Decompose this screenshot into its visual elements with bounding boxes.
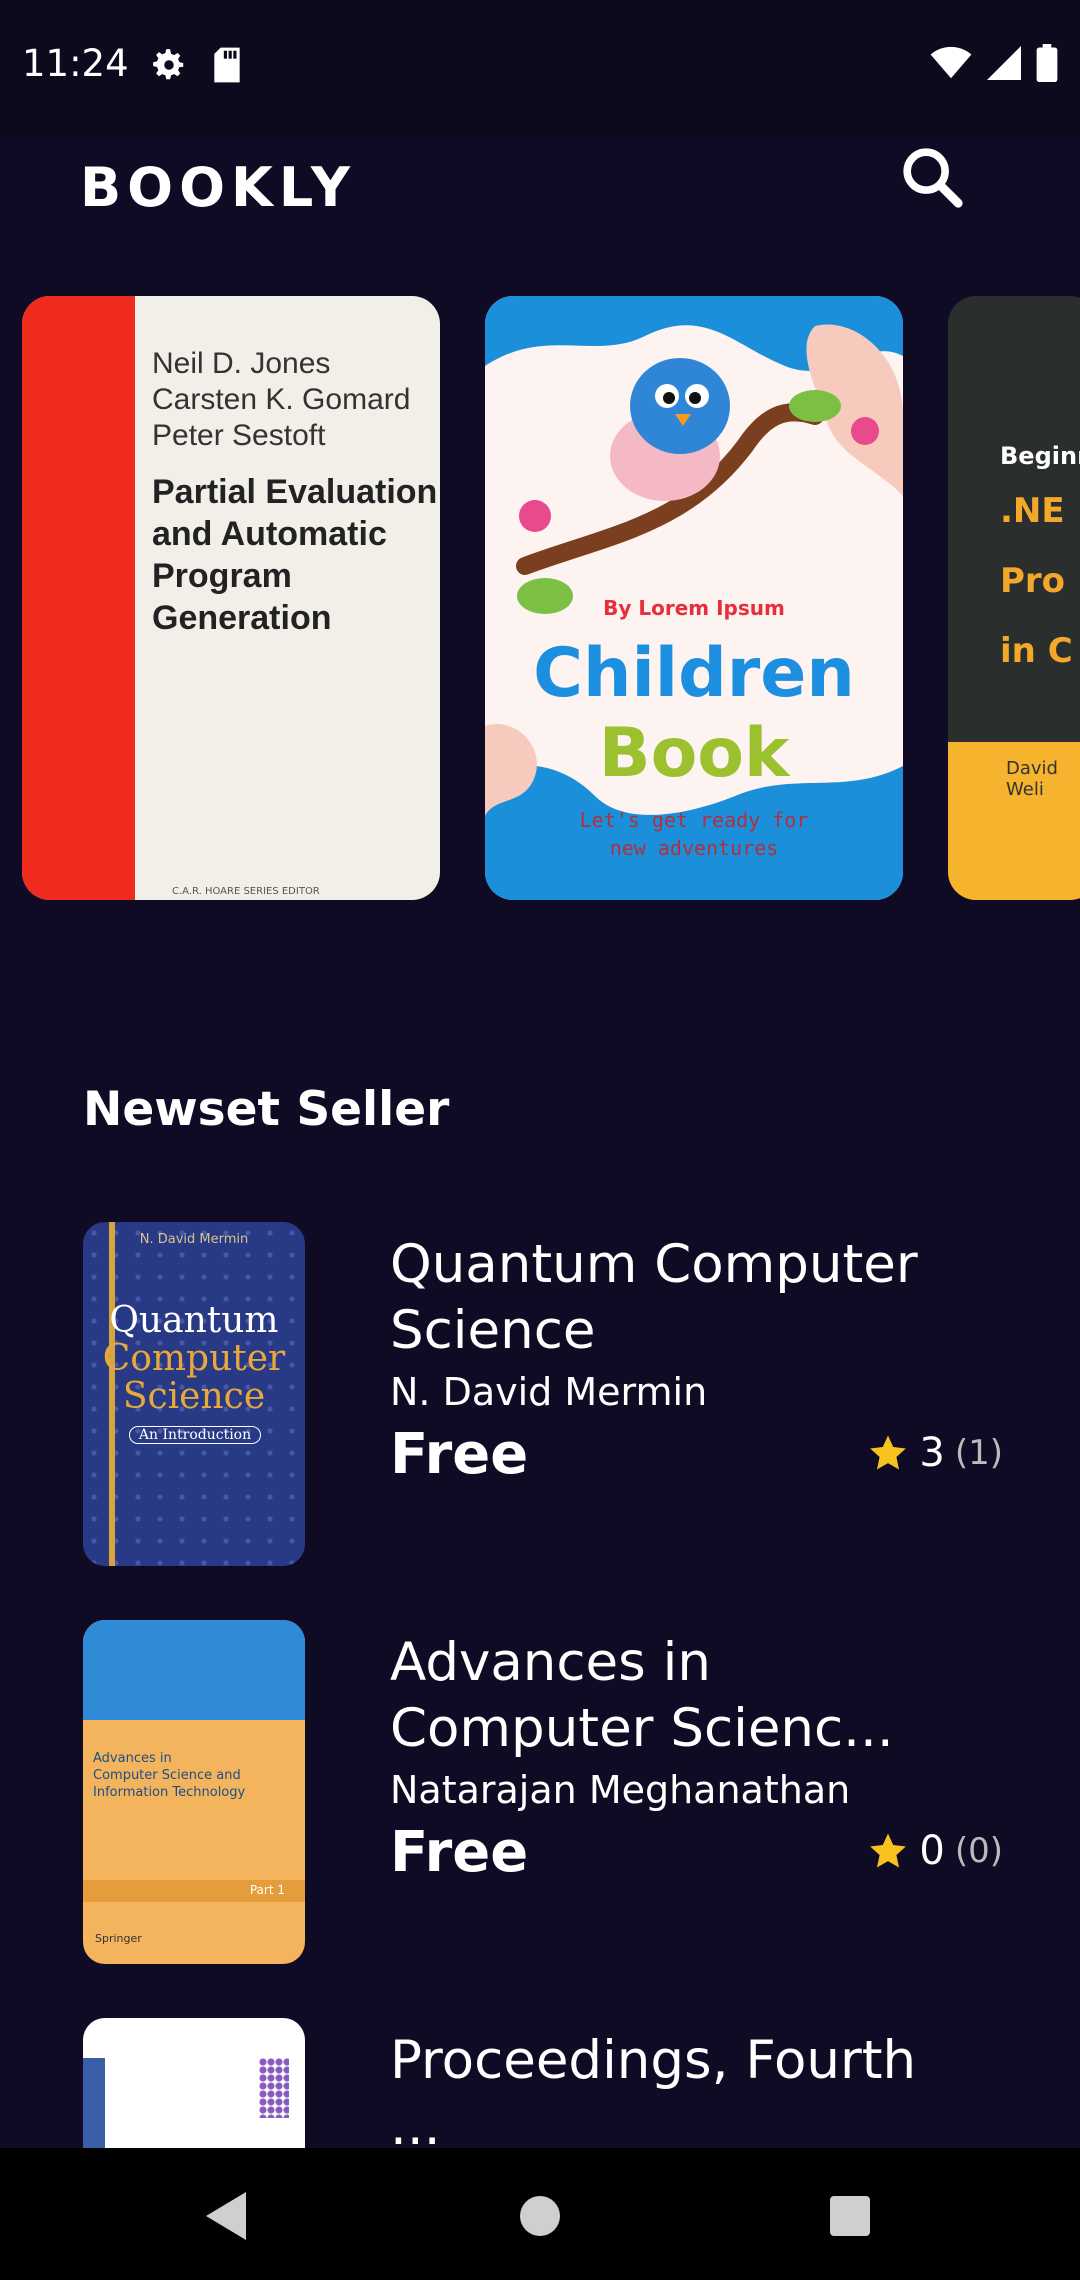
book-price: Free: [390, 1422, 529, 1487]
rating-value: 0: [919, 1828, 945, 1874]
book-list-item[interactable]: Proceedings, Fourth ...: [83, 2018, 1003, 2148]
book-author: N. David Mermin: [390, 1370, 708, 1414]
book-list-item[interactable]: N. David Mermin Quantum Computer Science…: [83, 1222, 1003, 1566]
cover-title-line: Computer: [102, 1338, 286, 1379]
cover-part: Part 1: [249, 1883, 285, 1897]
book-list-item[interactable]: Advances in Computer Science and Informa…: [83, 1620, 1003, 1964]
featured-carousel[interactable]: Neil D. Jones Carsten K. Gomard Peter Se…: [0, 296, 1080, 944]
cover-authors: Neil D. Jones Carsten K. Gomard Peter Se…: [152, 346, 410, 454]
cover-title: Beginn .NE Pro in C: [1000, 436, 1080, 686]
book-rating: 0 (0): [867, 1828, 1003, 1874]
cover-title-line: Beginn: [1000, 442, 1080, 470]
book-cover-thumbnail: [83, 2018, 305, 2148]
book-rating: 3 (1): [867, 1430, 1003, 1476]
status-bar: 11:24: [0, 0, 1080, 136]
cover-author: David Weli: [1006, 758, 1058, 800]
cover-part-band: Part 1: [83, 1880, 305, 1902]
section-title: Newset Seller: [83, 1082, 450, 1137]
book-title: Quantum Computer Science: [390, 1234, 918, 1361]
cover-tagline-line: Let's get ready for: [579, 808, 809, 832]
signal-icon: [987, 46, 1021, 80]
cover-byline: By Lorem Ipsum: [603, 596, 785, 620]
recents-button[interactable]: [810, 2176, 890, 2256]
book-author: Natarajan Meghanathan: [390, 1768, 851, 1812]
cover-title-line: Partial Evaluation: [152, 473, 438, 511]
search-button[interactable]: [897, 142, 967, 212]
rating-count: (0): [954, 1831, 1003, 1871]
gear-icon: [153, 49, 184, 80]
cover-top-band: [83, 1620, 305, 1720]
cover-title-line: Program Generation: [152, 557, 332, 637]
cover-publisher: Springer: [95, 1932, 142, 1945]
status-icons-right: [930, 44, 1058, 82]
cover-red-band: [22, 296, 135, 900]
status-time: 11:24: [22, 42, 129, 85]
home-icon: [520, 2196, 560, 2236]
battery-icon: [1036, 44, 1058, 82]
cover-title-line: and Automatic: [152, 515, 387, 553]
cover-title-line: Science: [122, 1376, 266, 1417]
rating-value: 3: [919, 1430, 945, 1476]
cover-tagline-line: new adventures: [609, 836, 779, 860]
rating-count: (1): [954, 1433, 1003, 1473]
cover-author: Neil D. Jones: [152, 347, 331, 380]
back-icon: [206, 2192, 246, 2240]
featured-book-children-book[interactable]: By Lorem Ipsum Children Book Let's get r…: [485, 296, 903, 900]
recents-icon: [830, 2196, 870, 2236]
book-title: Proceedings, Fourth ...: [390, 2030, 917, 2148]
search-icon: [903, 148, 963, 208]
sd-card-icon: [214, 47, 240, 83]
cover-title-line: Computer Science and: [93, 1768, 241, 1783]
cover-publisher: C.A.R. HOARE SERIES EDITOR: [172, 886, 320, 897]
star-icon: [870, 1435, 907, 1470]
book-title: Advances in Computer Scienc...: [390, 1632, 894, 1759]
cover-author: Peter Sestoft: [152, 419, 326, 452]
home-button[interactable]: [500, 2176, 580, 2256]
back-button[interactable]: [186, 2176, 266, 2256]
cover-author: N. David Mermin: [139, 1232, 249, 1247]
cover-title-line: Information Technology: [93, 1785, 246, 1800]
cover-title-line: Quantum: [109, 1300, 279, 1341]
book-cover-thumbnail: N. David Mermin Quantum Computer Science…: [83, 1222, 305, 1566]
app-logo: BOOKLY: [80, 156, 356, 219]
cover-subtitle: An Introduction: [129, 1426, 261, 1444]
wifi-icon: [930, 46, 972, 79]
featured-book-dotnet[interactable]: Beginn .NE Pro in C David Weli: [948, 296, 1080, 900]
featured-book-partial-evaluation[interactable]: Neil D. Jones Carsten K. Gomard Peter Se…: [22, 296, 440, 900]
cover-band: David Weli: [948, 742, 1080, 900]
cover-title-line: Book: [598, 714, 790, 793]
cover-title-line: .NE: [1000, 491, 1065, 531]
status-icons-left: [150, 46, 244, 84]
cover-title-line: Advances in: [93, 1751, 172, 1766]
cover-title-line: Pro: [1000, 561, 1066, 601]
cover-dots: [259, 2058, 289, 2118]
book-price: Free: [390, 1820, 529, 1885]
system-navigation-bar: [0, 2148, 1080, 2280]
cover-title-line: in C: [1000, 631, 1073, 671]
cover-title: Advances in Computer Science and Informa…: [93, 1750, 293, 1801]
cover-tagline: Let's get ready for new adventures: [485, 806, 903, 862]
book-cover-thumbnail: Advances in Computer Science and Informa…: [83, 1620, 305, 1964]
cover-title-line: Children: [533, 634, 855, 713]
star-icon: [870, 1833, 907, 1868]
cover-title: Quantum Computer Science: [83, 1302, 305, 1416]
cover-spine: [83, 2058, 105, 2148]
cover-title: Partial Evaluation and Automatic Program…: [152, 471, 440, 639]
cover-author: Carsten K. Gomard: [152, 383, 411, 416]
